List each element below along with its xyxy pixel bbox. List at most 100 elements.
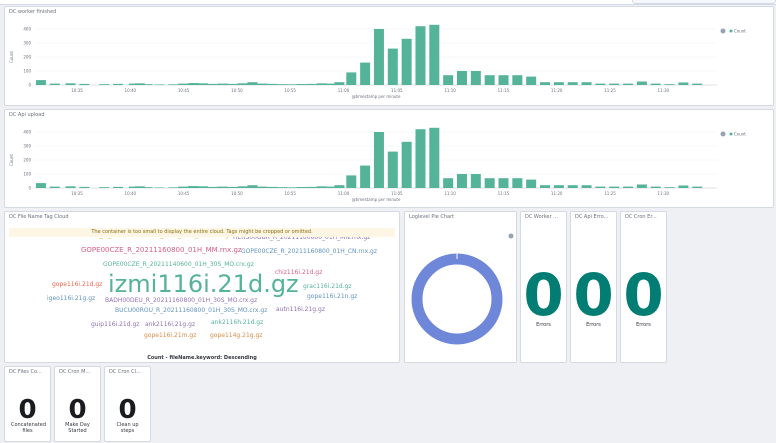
bar[interactable]	[692, 83, 703, 85]
bar[interactable]	[178, 186, 189, 188]
cloud-word[interactable]: BUCU00ROU_R_20211160800_01H_30S_MO.crx.g…	[115, 308, 267, 314]
cloud-word[interactable]: GOPE00CZE_R_20211160800_01H_CN.rnx.gz	[241, 249, 377, 255]
cloud-word[interactable]: gope116i.21n.gz	[307, 294, 357, 300]
bar[interactable]	[217, 186, 228, 188]
bar[interactable]	[415, 26, 426, 85]
bar[interactable]	[65, 83, 76, 85]
bar[interactable]	[678, 185, 689, 188]
bar[interactable]	[168, 187, 179, 188]
bar[interactable]	[484, 178, 495, 188]
bar[interactable]	[373, 132, 384, 188]
bar[interactable]	[387, 48, 398, 85]
legend-label[interactable]: Count	[734, 29, 746, 34]
bar[interactable]	[512, 178, 523, 188]
bar[interactable]	[443, 178, 454, 188]
bar[interactable]	[306, 83, 317, 85]
cloud-word[interactable]: guip116i.21d.gz	[91, 322, 139, 328]
bar[interactable]	[346, 175, 357, 188]
bar[interactable]	[636, 184, 647, 189]
bar[interactable]	[154, 187, 165, 188]
bar[interactable]	[198, 83, 209, 85]
bar[interactable]	[387, 151, 398, 188]
cloud-word[interactable]: gope116i.21m.gz	[144, 333, 196, 339]
bar[interactable]	[188, 186, 199, 188]
bar[interactable]	[567, 185, 578, 188]
bar[interactable]	[227, 186, 238, 188]
legend-label[interactable]: Count	[734, 132, 746, 137]
bar[interactable]	[360, 165, 371, 188]
bar[interactable]	[35, 80, 46, 85]
bar[interactable]	[581, 82, 592, 85]
bar[interactable]	[334, 82, 345, 85]
bar[interactable]	[257, 83, 268, 85]
bar[interactable]	[306, 186, 317, 188]
bar[interactable]	[296, 187, 307, 188]
bar[interactable]	[636, 81, 647, 86]
bar[interactable]	[526, 76, 537, 85]
bar[interactable]	[79, 83, 90, 85]
bar[interactable]	[456, 174, 467, 188]
bar[interactable]	[470, 174, 481, 188]
bar[interactable]	[595, 186, 606, 188]
bar[interactable]	[296, 84, 307, 85]
cloud-word[interactable]: ank2116i.21g.gz	[145, 322, 195, 328]
bar[interactable]	[217, 83, 228, 85]
cloud-word[interactable]: ank2116h.21d.gz	[211, 320, 263, 326]
bar[interactable]	[470, 71, 481, 85]
bar[interactable]	[664, 84, 675, 85]
cloud-word[interactable]: BADH00DEU_R_20211160800_01H_30S_MO.crx.g…	[105, 298, 257, 304]
bar[interactable]	[346, 72, 357, 85]
bar[interactable]	[237, 83, 248, 85]
bar[interactable]	[178, 83, 189, 85]
bar[interactable]	[540, 82, 551, 85]
bar[interactable]	[567, 82, 578, 85]
bar[interactable]	[443, 75, 454, 85]
bar[interactable]	[99, 187, 110, 188]
bar[interactable]	[334, 185, 345, 188]
bar[interactable]	[277, 187, 288, 188]
bar[interactable]	[207, 83, 218, 85]
bar[interactable]	[360, 62, 371, 85]
cloud-word[interactable]: autn116i.21g.gz	[276, 307, 325, 313]
bar[interactable]	[237, 186, 248, 188]
legend-toggle-icon[interactable]	[720, 131, 726, 137]
pie-slice[interactable]	[411, 253, 503, 345]
bar[interactable]	[188, 83, 199, 85]
bar[interactable]	[286, 84, 297, 85]
cloud-word[interactable]: izmi116i.21d.gz	[108, 272, 299, 296]
bar[interactable]	[154, 84, 165, 85]
bar[interactable]	[415, 129, 426, 188]
bar[interactable]	[79, 186, 90, 188]
bar[interactable]	[609, 83, 620, 85]
bar[interactable]	[512, 75, 523, 85]
bar[interactable]	[373, 29, 384, 85]
bar[interactable]	[113, 186, 124, 188]
bar[interactable]	[623, 186, 634, 188]
bar[interactable]	[267, 83, 278, 85]
bar[interactable]	[429, 127, 440, 188]
cloud-word[interactable]: gope116i.21d.gz	[52, 282, 102, 288]
cloud-word[interactable]: GOPE00CZE_R_20211140600_01H_30S_MO.crx.g…	[103, 262, 254, 268]
bar[interactable]	[664, 187, 675, 188]
bar[interactable]	[142, 84, 153, 85]
bar[interactable]	[498, 75, 509, 85]
bar[interactable]	[692, 186, 703, 188]
info-icon[interactable]	[508, 233, 514, 239]
cloud-word[interactable]: gope114g.21g.gz	[210, 333, 262, 339]
bar[interactable]	[401, 38, 412, 85]
bar[interactable]	[553, 185, 564, 188]
bar[interactable]	[401, 141, 412, 188]
bar[interactable]	[429, 24, 440, 85]
bar[interactable]	[49, 83, 60, 85]
bar[interactable]	[49, 186, 60, 188]
bar[interactable]	[595, 83, 606, 85]
bar[interactable]	[650, 186, 661, 188]
bar[interactable]	[540, 185, 551, 188]
bar[interactable]	[168, 84, 179, 85]
cloud-word[interactable]: igeo116i.21g.gz	[47, 296, 95, 302]
bar[interactable]	[553, 82, 564, 85]
bar[interactable]	[99, 84, 110, 85]
bar[interactable]	[267, 186, 278, 188]
bar[interactable]	[678, 82, 689, 85]
bar[interactable]	[498, 178, 509, 188]
